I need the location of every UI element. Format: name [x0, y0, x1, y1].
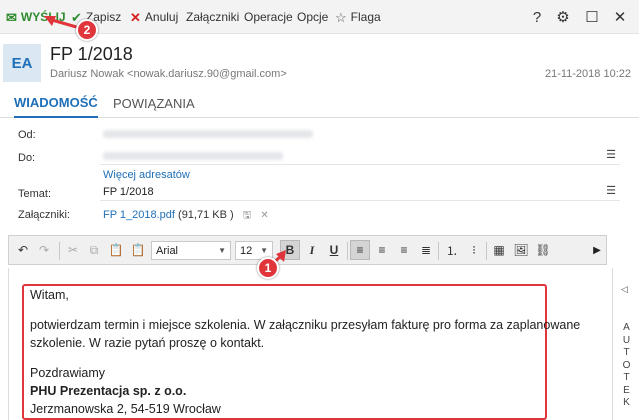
operations-menu[interactable]: Operacje [244, 0, 293, 34]
italic-button[interactable]: I [302, 240, 322, 260]
close-window-button[interactable]: ✕ [607, 0, 633, 34]
page-title: FP 1/2018 [50, 44, 133, 64]
autotext-letter: E [623, 384, 630, 396]
attachment-link[interactable]: FP 1_2018.pdf [103, 209, 175, 221]
help-button[interactable]: ? [524, 0, 550, 34]
autotext-letter: U [622, 334, 631, 346]
attachment-size: (91,71 KB ) [178, 209, 234, 221]
chevron-down-icon: ▼ [260, 246, 268, 255]
editor-toolbar: ↶ ↷ ✂ ⧉ 📋 📋 Arial ▼ 12 ▼ B I U ≡ ≡ ≡ ≣ ⒈… [8, 235, 607, 265]
copy-icon[interactable]: ⧉ [84, 240, 104, 260]
star-icon: ☆ [335, 9, 347, 25]
autotext-letter: K [623, 397, 630, 408]
separator [347, 242, 348, 260]
to-field[interactable]: ☰ [100, 147, 620, 165]
separator [59, 242, 60, 260]
numbered-list-icon[interactable]: ⒈ [442, 240, 462, 260]
autotext-letter: A [623, 322, 630, 333]
tab-relations[interactable]: POWIĄZANIA [113, 88, 195, 118]
font-family-select[interactable]: Arial ▼ [151, 241, 231, 260]
autotext-letter: O [622, 359, 631, 371]
subject-label: Temat: [18, 188, 52, 200]
cancel-button-label: Anuluj [144, 10, 179, 24]
maximize-icon: ☐ [585, 9, 599, 26]
autotext-vertical-label: A U T O T E K [613, 322, 639, 410]
bullet-list-icon[interactable]: ⁝ [464, 240, 484, 260]
send-mail-icon: ✉ [6, 9, 17, 25]
body-line-2: szkolenie. W razie pytań proszę o kontak… [30, 336, 265, 350]
body-highlight-frame [22, 284, 547, 420]
autotext-panel[interactable]: ◁ A U T O T E K [612, 268, 639, 420]
settings-button[interactable]: ⚙ [550, 0, 576, 34]
autotext-letter: T [623, 372, 630, 383]
body-regards: Pozdrawiamy [30, 366, 106, 380]
tab-relations-label: POWIĄZANIA [113, 95, 195, 111]
operations-menu-label: Operacje [244, 10, 293, 24]
flag-button-label: Flaga [350, 10, 381, 24]
close-window-icon: ✕ [613, 9, 627, 26]
separator [438, 242, 439, 260]
from-field[interactable] [100, 125, 620, 143]
remove-icon[interactable]: ✕ [260, 210, 268, 221]
send-button-label: WYŚLIJ [20, 10, 66, 24]
subject-value: FP 1/2018 [103, 185, 154, 198]
options-menu[interactable]: Opcje [297, 0, 328, 34]
underline-button[interactable]: U [324, 240, 344, 260]
tab-message-label: WIADOMOŚĆ [14, 94, 98, 110]
gear-icon: ⚙ [556, 9, 570, 26]
menu-icon[interactable]: ☰ [606, 148, 616, 161]
redo-icon[interactable]: ↷ [34, 240, 54, 260]
paste-special-icon[interactable]: 📋 [128, 240, 148, 260]
help-icon: ? [532, 8, 542, 26]
body-company: PHU Prezentacja sp. z o.o. [30, 384, 187, 398]
flag-button[interactable]: ☆ Flaga [335, 0, 381, 34]
align-left-icon[interactable]: ≡ [350, 240, 370, 260]
attachments-label: Załączniki: [18, 209, 70, 221]
table-icon[interactable]: ▦ [489, 240, 509, 260]
align-right-icon[interactable]: ≡ [394, 240, 414, 260]
message-header: EA FP 1/2018 Dariusz Nowak <nowak.darius… [0, 34, 639, 88]
tab-message[interactable]: WIADOMOŚĆ [14, 88, 98, 118]
body-line-1: potwierdzam termin i miejsce szkolenia. … [30, 318, 581, 332]
from-address-redacted [103, 130, 313, 138]
menu-icon[interactable]: ☰ [606, 184, 616, 197]
from-label: Od: [18, 129, 36, 141]
link-icon[interactable]: ⛓ [533, 240, 553, 260]
subject-input[interactable]: FP 1/2018 ☰ [100, 183, 620, 201]
avatar: EA [3, 44, 41, 82]
paste-icon[interactable]: 📋 [106, 240, 126, 260]
close-icon: ✕ [130, 9, 141, 25]
separator [486, 242, 487, 260]
to-address-redacted [103, 151, 283, 160]
attachment-item: FP 1_2018.pdf (91,71 KB ) 🖫 ✕ [103, 208, 269, 225]
body-address: Jerzmanowska 2, 54-519 Wrocław [30, 402, 221, 416]
sender-address: Dariusz Nowak <nowak.dariusz.90@gmail.co… [50, 68, 287, 80]
more-recipients-link[interactable]: Więcej adresatów [103, 169, 190, 181]
send-button[interactable]: ✉ WYŚLIJ [6, 0, 66, 34]
cancel-button[interactable]: ✕ Anuluj [130, 0, 178, 34]
message-date: 21-11-2018 10:22 [544, 68, 631, 80]
save-icon[interactable]: 🖫 [243, 210, 252, 221]
font-family-value: Arial [156, 244, 179, 257]
to-label: Do: [18, 152, 36, 164]
justify-icon[interactable]: ≣ [416, 240, 436, 260]
cut-icon[interactable]: ✂ [63, 240, 83, 260]
options-menu-label: Opcje [297, 10, 329, 24]
align-center-icon[interactable]: ≡ [372, 240, 392, 260]
bold-button[interactable]: B [280, 240, 300, 260]
body-greeting: Witam, [30, 288, 69, 302]
collapse-arrow-icon[interactable]: ◁ [621, 284, 628, 295]
chevron-down-icon: ▼ [218, 246, 226, 255]
tab-bar: WIADOMOŚĆ POWIĄZANIA [0, 88, 639, 118]
attachments-menu-label: Załączniki [186, 10, 240, 24]
more-tools-icon[interactable]: ▶ [590, 239, 604, 261]
attachments-menu[interactable]: Załączniki [186, 0, 239, 34]
step-badge-2: 2 [76, 19, 98, 41]
undo-icon[interactable]: ↶ [13, 240, 33, 260]
image-icon[interactable]: 🖼 [511, 240, 531, 260]
font-size-value: 12 [240, 244, 253, 257]
autotext-letter: T [623, 347, 630, 358]
step-badge-1: 1 [257, 257, 279, 279]
maximize-button[interactable]: ☐ [579, 0, 605, 34]
